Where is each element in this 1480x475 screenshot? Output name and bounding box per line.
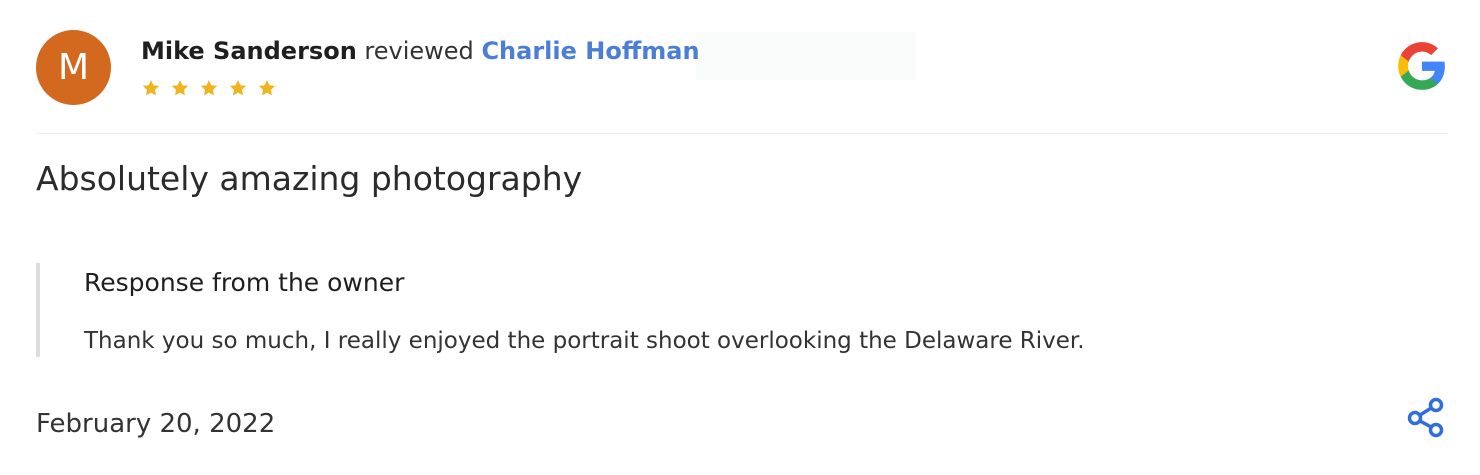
google-logo-icon xyxy=(1398,42,1445,90)
star-icon xyxy=(258,80,276,96)
owner-response-heading: Response from the owner xyxy=(84,268,405,297)
star-icon xyxy=(171,80,189,96)
header-fade-overlay xyxy=(696,32,916,80)
reviewer-name[interactable]: Mike Sanderson xyxy=(141,37,357,65)
review-date: February 20, 2022 xyxy=(36,409,276,439)
owner-response: Response from the owner Thank you so muc… xyxy=(36,263,1240,357)
avatar[interactable]: M xyxy=(36,30,111,105)
star-icon xyxy=(229,80,247,96)
review-header: Mike Sanderson reviewed Charlie Hoffman xyxy=(141,34,700,68)
divider xyxy=(36,133,1448,134)
star-icon xyxy=(200,80,218,96)
star-icon xyxy=(142,80,160,96)
review-card: M Mike Sanderson reviewed Charlie Hoffma… xyxy=(0,0,1480,475)
avatar-initial: M xyxy=(57,47,90,88)
reviewed-label: reviewed xyxy=(364,37,474,65)
share-icon[interactable] xyxy=(1404,395,1448,439)
review-title: Absolutely amazing photography xyxy=(36,159,583,198)
owner-response-text: Thank you so much, I really enjoyed the … xyxy=(84,328,1085,354)
star-rating xyxy=(141,78,277,98)
business-name-link[interactable]: Charlie Hoffman xyxy=(481,37,699,65)
